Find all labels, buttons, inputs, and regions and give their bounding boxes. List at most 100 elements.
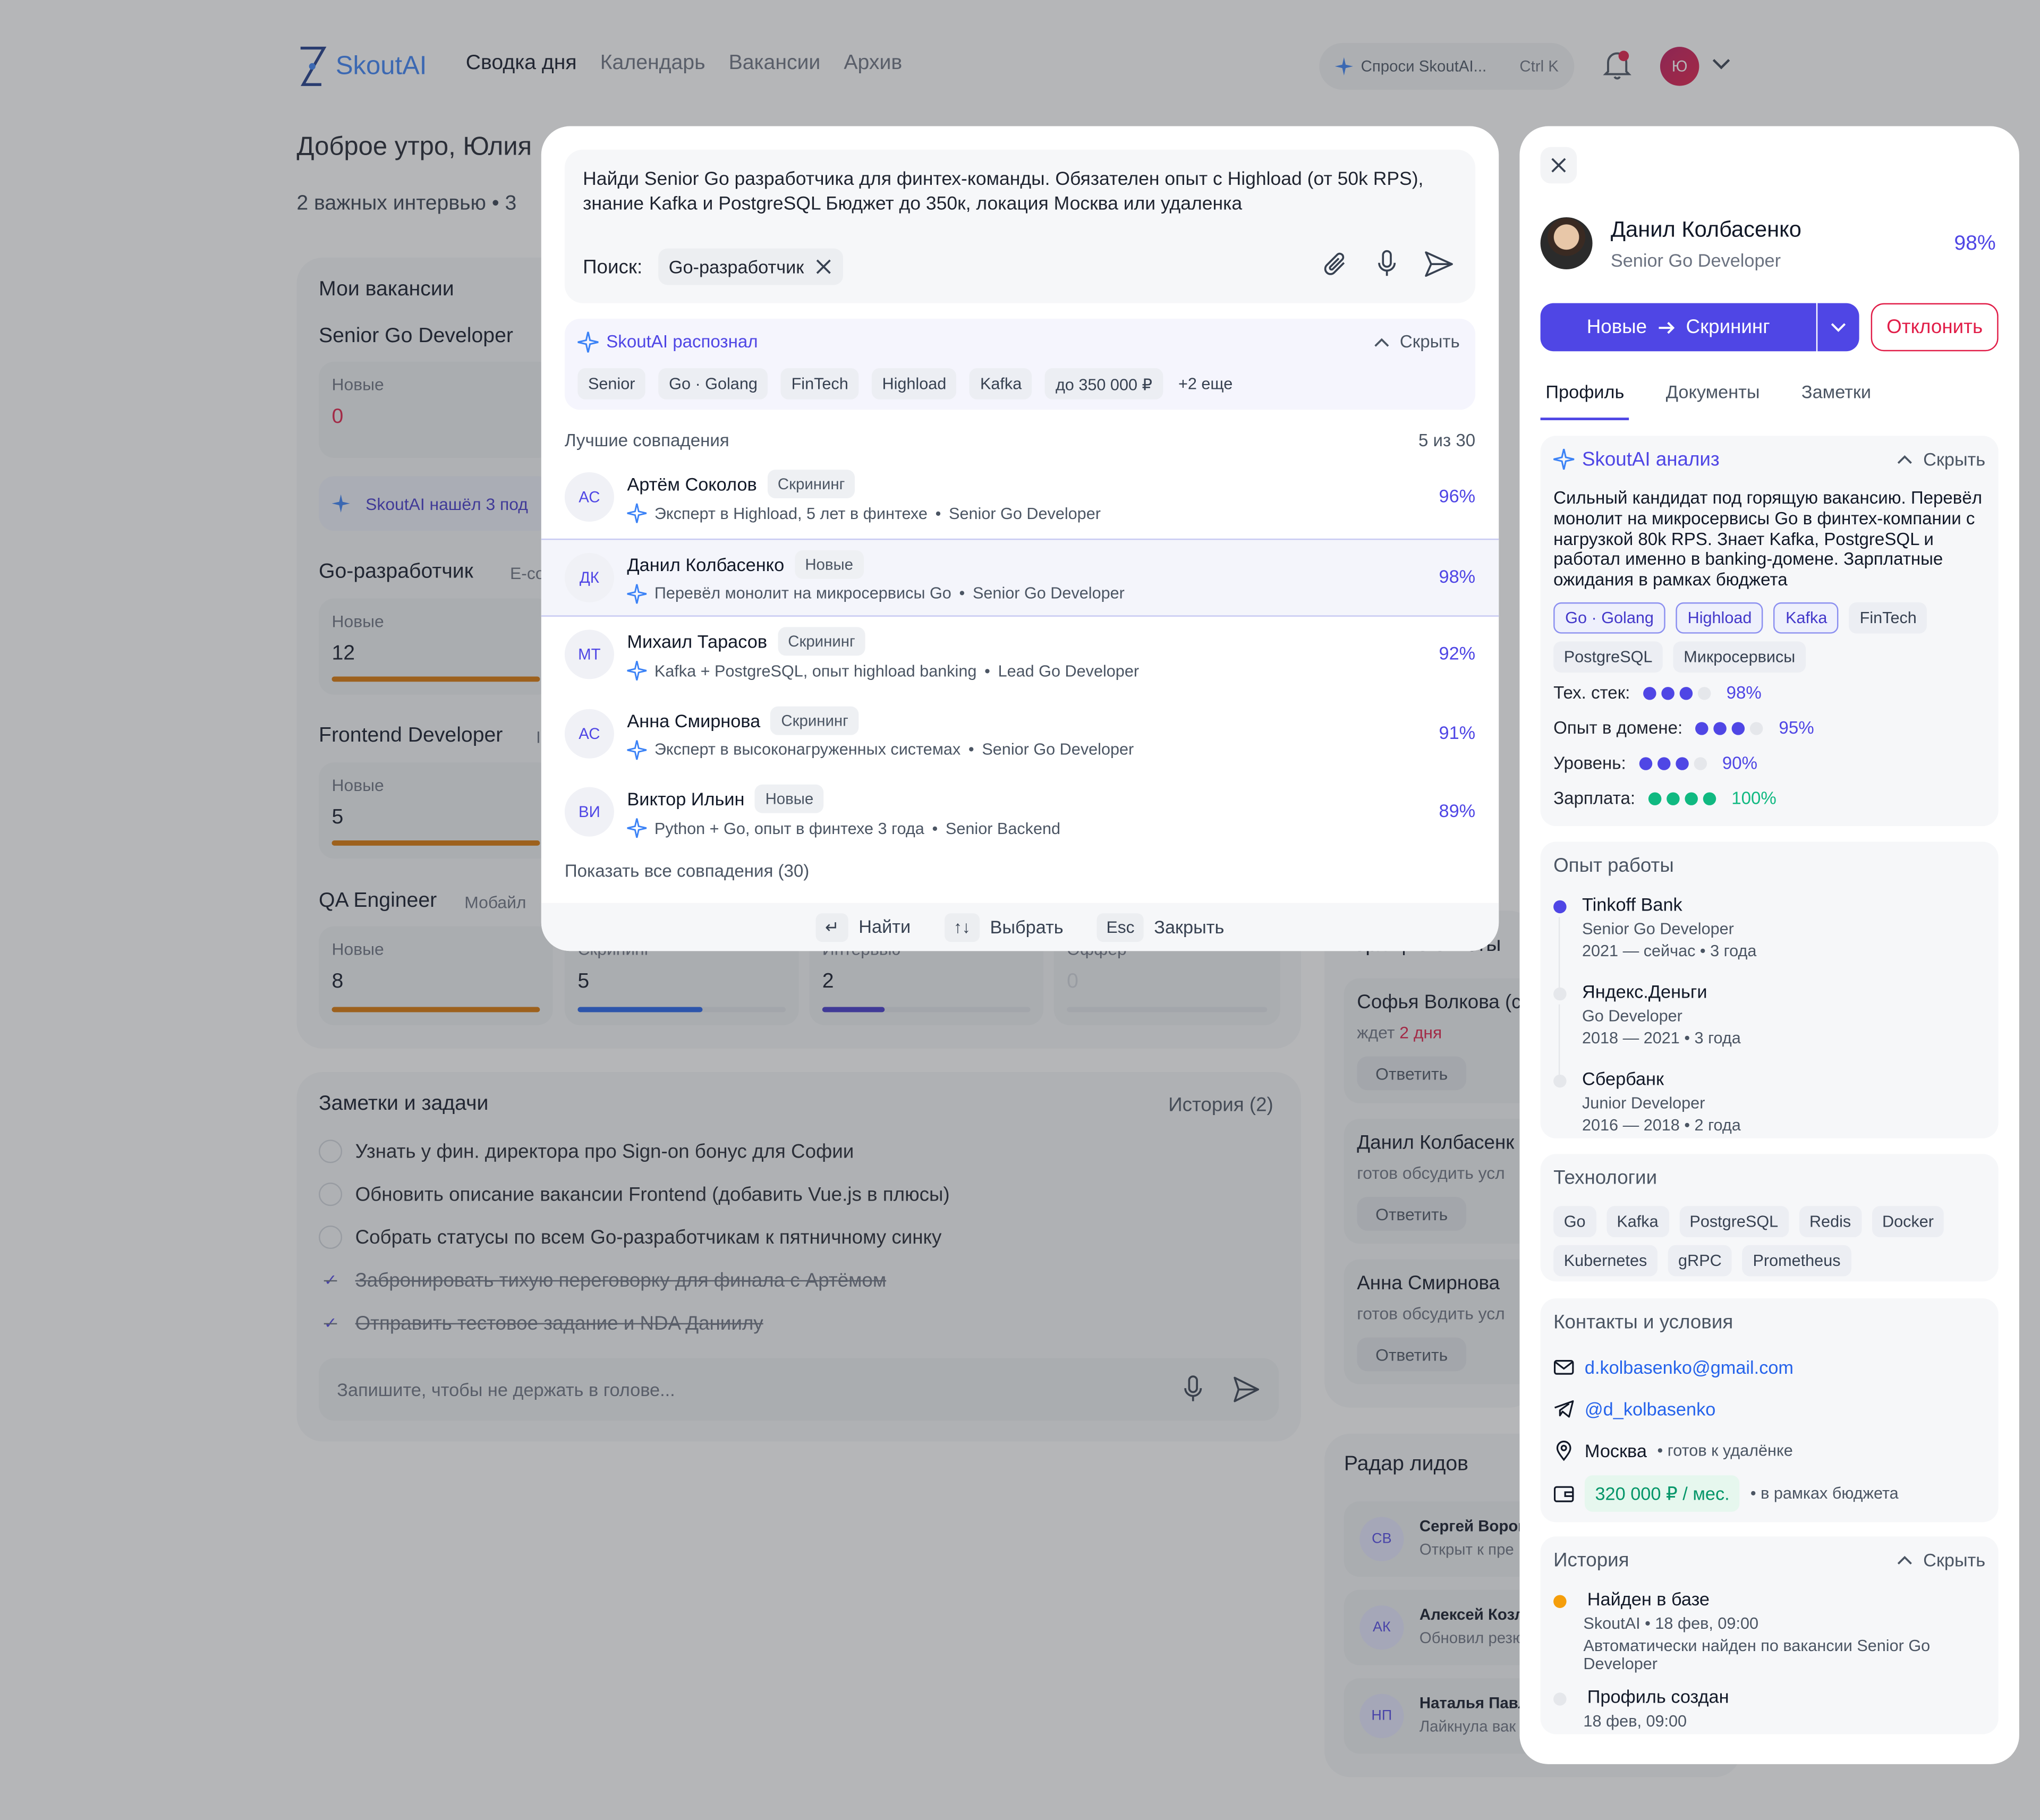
experience-company: Яндекс.Деньги	[1582, 981, 1707, 1002]
match-row[interactable]: АС Артём Соколов Скрининг Эксперт в Highloa…	[541, 459, 1499, 537]
contact-email: d.kolbasenko@gmail.com	[1553, 1357, 1794, 1377]
hide-button[interactable]: Скрыть	[1897, 1550, 1985, 1570]
score-dot	[1694, 756, 1707, 770]
score-dots	[1643, 686, 1711, 700]
close-drawer-button[interactable]	[1540, 147, 1577, 184]
recognized-tag[interactable]: Go · Golang	[658, 368, 768, 399]
score-dot	[1661, 686, 1674, 700]
avatar: ДК	[564, 552, 614, 602]
match-name: Михаил Тарасов	[627, 631, 768, 652]
experience-role: Go Developer	[1582, 1007, 1682, 1025]
chevron-down-icon	[1831, 322, 1846, 331]
score-dot	[1750, 721, 1764, 735]
wallet-icon	[1553, 1486, 1574, 1502]
ai-analysis-title: SkoutAI анализ	[1582, 448, 1720, 471]
reject-button[interactable]: Отклонить	[1871, 303, 1999, 352]
match-name-line: Данил Колбасенко Новые	[627, 549, 864, 579]
skill-tag: PostgreSQL	[1553, 641, 1663, 673]
query-box[interactable]: Найди Senior Go разработчика для финтех-…	[564, 149, 1476, 303]
move-stage-button[interactable]: Новые Скрининг	[1540, 303, 1816, 352]
skill-tag: Go · Golang	[1553, 602, 1665, 634]
match-row[interactable]: ДК Данил Колбасенко Новые Перевёл монолит н…	[541, 538, 1499, 616]
match-role: Senior Backend	[945, 819, 1061, 837]
ai-analysis-text: Сильный кандидат под горящую вакансию. П…	[1553, 488, 1983, 590]
best-matches-title: Лучшие совпадения	[564, 430, 729, 450]
avatar: АС	[564, 708, 614, 758]
experience-company: Сбербанк	[1582, 1068, 1664, 1089]
experience-company: Tinkoff Bank	[1582, 894, 1682, 915]
more-tags-link[interactable]: +2 еще	[1176, 368, 1235, 399]
contact-location: Москва • готов к удалёнке	[1553, 1440, 1793, 1461]
hide-button[interactable]: Скрыть	[1374, 331, 1460, 351]
history-title: Найден в базе	[1587, 1588, 1710, 1610]
match-percent: 96%	[1439, 485, 1476, 506]
keyboard-hints: ↵ Найти ↑↓ Выбрать Esc Закрыть	[541, 903, 1499, 951]
match-row[interactable]: АС Анна Смирнова Скрининг Эксперт в высокон…	[541, 695, 1499, 773]
match-percent: 91%	[1439, 721, 1476, 743]
search-label: Поиск:	[583, 256, 643, 279]
candidate-photo	[1540, 217, 1593, 269]
score-dot	[1657, 756, 1670, 770]
tech-tags: Go Kafka PostgreSQL Redis Docker	[1553, 1206, 1944, 1237]
close-icon[interactable]	[814, 258, 832, 276]
contact-telegram: @d_kolbasenko	[1553, 1399, 1715, 1419]
experience-role: Junior Developer	[1582, 1094, 1705, 1112]
match-percent: 92%	[1439, 642, 1476, 664]
experience-role: Senior Go Developer	[1582, 920, 1734, 938]
score-dot	[1648, 792, 1662, 805]
recognized-tag[interactable]: FinTech	[780, 368, 859, 399]
paperclip-icon[interactable]	[1322, 249, 1350, 280]
sparkle-icon	[627, 661, 647, 681]
tab-profile[interactable]: Профиль	[1540, 381, 1630, 421]
show-all-matches-link[interactable]: Показать все совпадения (30)	[565, 861, 809, 881]
contacts-section: Контакты и условия d.kolbasenko@gmail.co…	[1540, 1298, 1999, 1523]
sparkle-icon	[1553, 448, 1575, 470]
hide-label: Скрыть	[1923, 1549, 1986, 1570]
candidate-drawer: Данил Колбасенко Senior Go Developer 98%…	[1519, 126, 2019, 1764]
score-dot	[1666, 792, 1680, 805]
score-value: 90%	[1722, 753, 1758, 773]
history-description: Автоматически найден по вакансии Senior …	[1583, 1636, 1931, 1673]
match-name: Анна Смирнова	[627, 709, 761, 731]
search-chip[interactable]: Go-разработчик	[658, 248, 843, 285]
score-dot	[1695, 721, 1709, 735]
skill-tags: Go · Golang Highload Kafka FinTech	[1553, 602, 1927, 634]
match-summary: Kafka + PostgreSQL, опыт highload bankin…	[654, 661, 977, 680]
query-actions	[1322, 249, 1455, 280]
stage-dropdown[interactable]	[1817, 303, 1859, 352]
contact-salary: 320 000 ₽ / мес. • в рамках бюджета	[1553, 1475, 1899, 1512]
score-dot	[1703, 792, 1716, 805]
tab-notes[interactable]: Заметки	[1796, 381, 1876, 420]
tech-tag: Prometheus	[1742, 1245, 1851, 1277]
microphone-icon[interactable]	[1376, 249, 1397, 280]
match-description: Kafka + PostgreSQL, опыт highload bankin…	[627, 661, 1139, 681]
tech-tag: Go	[1553, 1206, 1596, 1237]
recognized-tag[interactable]: до 350 000 ₽	[1045, 368, 1163, 399]
email-link[interactable]: d.kolbasenko@gmail.com	[1585, 1357, 1794, 1377]
match-role: Senior Go Developer	[972, 584, 1125, 602]
arrow-right-icon	[1659, 321, 1674, 334]
hide-button[interactable]: Скрыть	[1897, 449, 1985, 470]
sparkle-icon	[627, 503, 647, 523]
recognized-tags: Senior Go · Golang FinTech Highload Kafk…	[577, 368, 1235, 399]
recognized-tag[interactable]: Highload	[871, 368, 957, 399]
score-dots	[1648, 792, 1716, 805]
recognized-tag[interactable]: Senior	[577, 368, 646, 399]
match-row[interactable]: ВИ Виктор Ильин Новые Python + Go, опыт в ф…	[541, 774, 1499, 852]
recognized-tag[interactable]: Kafka	[970, 368, 1032, 399]
telegram-link[interactable]: @d_kolbasenko	[1585, 1399, 1715, 1419]
match-description: Перевёл монолит на микросервисы Go • Senio…	[627, 583, 1125, 603]
stage-from: Новые	[1586, 316, 1647, 338]
key-esc: Esc	[1097, 912, 1144, 941]
technologies-section: Технологии Go Kafka PostgreSQL Redis Doc…	[1540, 1154, 1999, 1282]
skill-tag: FinTech	[1849, 602, 1927, 634]
hint-close: Esc Закрыть	[1097, 912, 1224, 941]
match-row[interactable]: МТ Михаил Тарасов Скрининг Kafka + PostgreS…	[541, 617, 1499, 695]
query-text[interactable]: Найди Senior Go разработчика для финтех-…	[583, 168, 1441, 217]
tab-documents[interactable]: Документы	[1661, 381, 1765, 420]
hint-find: ↵ Найти	[815, 912, 911, 941]
score-dot	[1643, 686, 1656, 700]
score-row: Зарплата: 100%	[1553, 788, 1776, 808]
timeline-dot	[1553, 1693, 1567, 1706]
send-icon[interactable]	[1423, 249, 1455, 280]
